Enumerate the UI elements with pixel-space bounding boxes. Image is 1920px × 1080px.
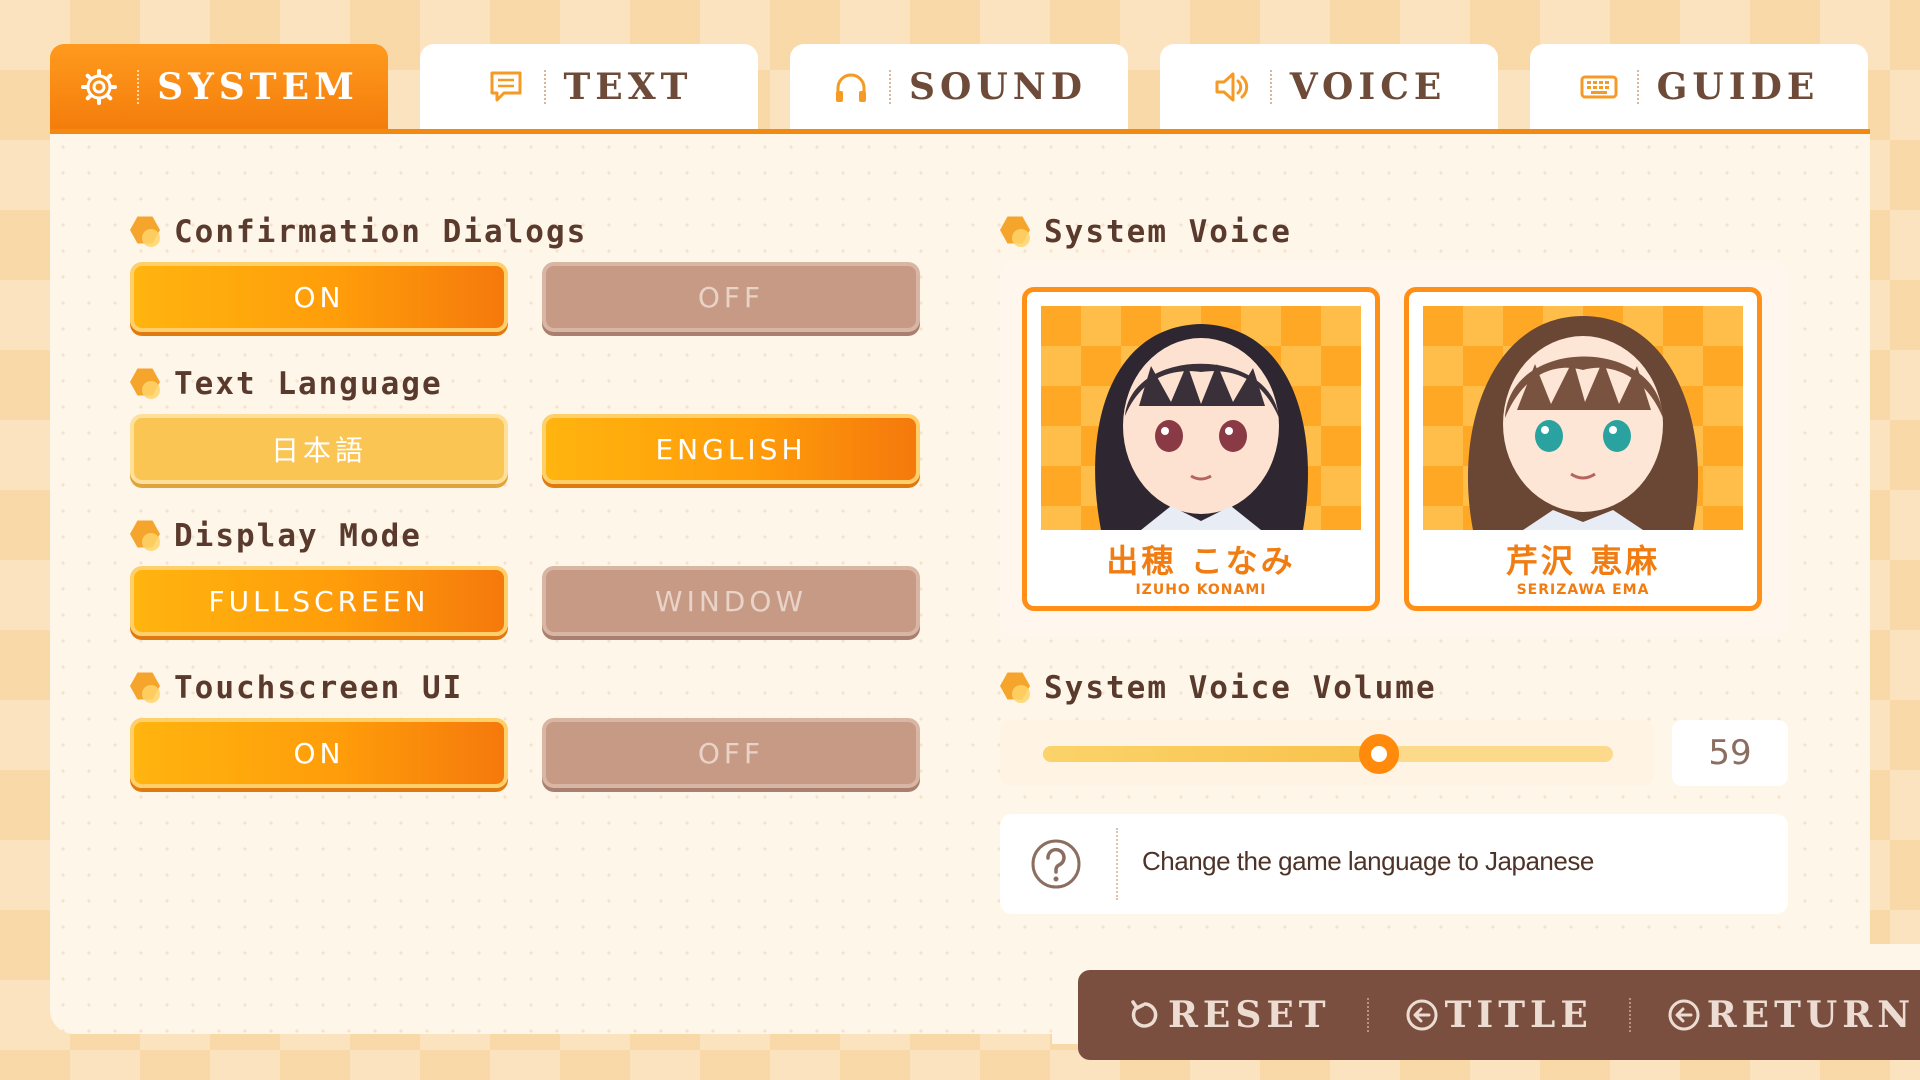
language-english-button[interactable]: ENGLISH: [542, 414, 920, 484]
volume-title: System Voice Volume: [1044, 670, 1437, 706]
touch-on-button[interactable]: ON: [130, 718, 508, 788]
help-divider: [1116, 828, 1118, 900]
confirmation-title: Confirmation Dialogs: [174, 214, 588, 250]
tab-divider: [543, 69, 546, 104]
back-arrow-icon: [1668, 999, 1700, 1031]
confirmation-on-button[interactable]: ON: [130, 262, 508, 332]
tab-label: SYSTEM: [157, 65, 359, 108]
voice-card-konami[interactable]: 出穂 こなみ IZUHO KONAMI: [1022, 287, 1380, 611]
hexagon-bullet-icon: [1000, 671, 1034, 705]
character-name: 芹沢 恵麻: [1505, 542, 1661, 580]
volume-value: 59: [1672, 720, 1788, 786]
tab-label: SOUND: [909, 65, 1087, 108]
voice-card-ema[interactable]: 芹沢 恵麻 SERIZAWA EMA: [1404, 287, 1762, 611]
help-box: Change the game language to Japanese: [1000, 814, 1788, 914]
back-arrow-icon: [1406, 999, 1438, 1031]
headphones-icon: [836, 73, 867, 102]
touch-off-button[interactable]: OFF: [542, 718, 920, 788]
gear-icon: [81, 68, 118, 105]
reset-button[interactable]: RESET: [1128, 994, 1331, 1036]
display-title: Display Mode: [174, 518, 422, 554]
tab-divider: [1636, 69, 1639, 104]
tab-voice[interactable]: VOICE: [1160, 44, 1498, 129]
display-fullscreen-button[interactable]: FULLSCREEN: [130, 566, 508, 636]
character-portrait: [1423, 306, 1743, 530]
bottom-bar: RESET TITLE RETURN: [1078, 970, 1920, 1060]
help-text: Change the game language to Japanese: [1142, 846, 1594, 876]
confirmation-heading: Confirmation Dialogs: [130, 212, 587, 252]
tab-divider: [889, 69, 892, 104]
volume-slider-fill: [1043, 746, 1380, 762]
bottom-divider: [1366, 998, 1369, 1032]
tab-guide[interactable]: GUIDE: [1530, 44, 1868, 129]
language-heading: Text Language: [130, 364, 443, 404]
character-portrait: [1041, 306, 1361, 530]
tab-divider: [137, 69, 140, 104]
tab-sound[interactable]: SOUND: [790, 44, 1128, 129]
display-window-button[interactable]: WINDOW: [542, 566, 920, 636]
title-button[interactable]: TITLE: [1405, 994, 1593, 1036]
hexagon-bullet-icon: [130, 671, 164, 705]
keyboard-icon: [1580, 75, 1618, 98]
language-japanese-button[interactable]: 日本語: [130, 414, 508, 484]
touch-title: Touchscreen UI: [174, 670, 464, 706]
title-label: TITLE: [1444, 994, 1593, 1036]
hexagon-bullet-icon: [1000, 215, 1034, 249]
hexagon-bullet-icon: [130, 519, 164, 553]
question-icon: [1031, 839, 1081, 889]
reset-icon: [1131, 1000, 1158, 1028]
volume-heading: System Voice Volume: [1000, 668, 1437, 708]
return-button[interactable]: RETURN: [1667, 994, 1915, 1036]
tab-label: VOICE: [1289, 65, 1447, 108]
tab-text[interactable]: TEXT: [420, 44, 758, 129]
return-label: RETURN: [1706, 994, 1916, 1036]
language-title: Text Language: [174, 366, 443, 402]
hexagon-bullet-icon: [130, 215, 164, 249]
speech-bubble-icon: [490, 71, 522, 101]
reset-label: RESET: [1168, 994, 1331, 1036]
tab-label: GUIDE: [1656, 65, 1820, 108]
display-heading: Display Mode: [130, 516, 422, 556]
touch-heading: Touchscreen UI: [130, 668, 463, 708]
portrait-art: [1095, 324, 1308, 530]
character-romaji: SERIZAWA EMA: [1516, 582, 1650, 598]
character-name: 出穂 こなみ: [1106, 542, 1296, 580]
portrait-art: [1467, 316, 1699, 530]
system-voice-title: System Voice: [1044, 214, 1292, 250]
system-voice-heading: System Voice: [1000, 212, 1292, 252]
tab-system[interactable]: SYSTEM: [50, 44, 388, 129]
bottom-divider: [1628, 998, 1631, 1032]
tab-divider: [1269, 69, 1272, 104]
confirmation-off-button[interactable]: OFF: [542, 262, 920, 332]
tab-label: TEXT: [563, 65, 693, 108]
character-romaji: IZUHO KONAMI: [1135, 582, 1267, 598]
hexagon-bullet-icon: [130, 367, 164, 401]
speaker-icon: [1215, 72, 1248, 101]
